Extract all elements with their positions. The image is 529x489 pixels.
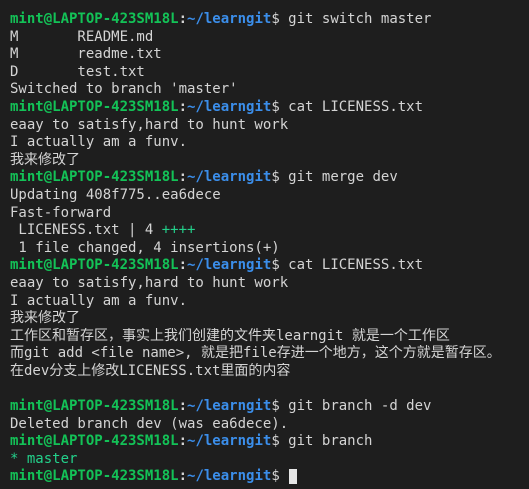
prompt-path: ~/learngit: [187, 468, 272, 485]
prompt-user: mint@LAPTOP-423SM18L: [10, 98, 179, 115]
prompt-line: mint@LAPTOP-423SM18L:~/learngit$ cat LIC…: [10, 257, 529, 275]
prompt-symbol: $: [271, 169, 280, 186]
prompt-separator: :: [178, 433, 188, 450]
diffstat-plus: ++++: [161, 222, 196, 239]
prompt-line: mint@LAPTOP-423SM18L:~/learngit$ git mer…: [10, 169, 529, 187]
output-line: 我来修改了: [10, 151, 80, 168]
output-line: 我来修改了: [10, 310, 80, 327]
output-line: D test.txt: [10, 63, 145, 80]
output-line: 工作区和暂存区，事实上我们创建的文件夹learngit 就是一个工作区: [10, 327, 450, 344]
prompt-user: mint@LAPTOP-423SM18L: [10, 433, 179, 450]
command-text: git branch -d dev: [279, 398, 432, 415]
prompt-separator: :: [178, 257, 188, 274]
terminal-cursor[interactable]: [289, 468, 298, 484]
prompt-line: mint@LAPTOP-423SM18L:~/learngit$ cat LIC…: [10, 99, 529, 117]
diffstat-line: LICENESS.txt | 4 ++++: [10, 222, 529, 240]
prompt-separator: :: [178, 398, 188, 415]
branch-current: * master: [10, 450, 78, 467]
prompt-user: mint@LAPTOP-423SM18L: [10, 398, 179, 415]
output-line: Deleted branch dev (was ea6dece).: [10, 415, 289, 432]
output-line: eaay to satisfy,hard to hunt work: [10, 116, 289, 133]
prompt-separator: :: [178, 11, 188, 27]
prompt-separator: :: [178, 98, 188, 115]
prompt-separator: :: [178, 468, 188, 485]
prompt-user: mint@LAPTOP-423SM18L: [10, 468, 179, 485]
prompt-separator: :: [178, 169, 188, 186]
prompt-symbol: $: [271, 257, 280, 274]
prompt-path: ~/learngit: [187, 11, 272, 27]
prompt-line: mint@LAPTOP-423SM18L:~/learngit$ git bra…: [10, 433, 529, 451]
diffstat-text: LICENESS.txt | 4: [10, 222, 162, 239]
command-text: git branch: [279, 433, 373, 450]
prompt-symbol: $: [271, 11, 280, 27]
prompt-line: mint@LAPTOP-423SM18L:~/learngit$ git bra…: [10, 398, 529, 416]
prompt-path: ~/learngit: [187, 98, 272, 115]
prompt-line: mint@LAPTOP-423SM18L:~/learngit$ git swi…: [10, 11, 529, 29]
prompt-user: mint@LAPTOP-423SM18L: [10, 11, 179, 27]
command-text: cat LICENESS.txt: [279, 98, 424, 115]
prompt-path: ~/learngit: [187, 257, 272, 274]
output-line: Fast-forward: [10, 204, 112, 221]
prompt-path: ~/learngit: [187, 398, 272, 415]
output-line: 而git add <file name>, 就是把file存进一个地方，这个方就…: [10, 345, 501, 362]
prompt-line: mint@LAPTOP-423SM18L:~/learngit$: [10, 468, 529, 486]
prompt-path: ~/learngit: [187, 169, 272, 186]
prompt-path: ~/learngit: [187, 433, 272, 450]
output-line: I actually am a funv.: [10, 292, 188, 309]
prompt-user: mint@LAPTOP-423SM18L: [10, 169, 179, 186]
command-text: git switch master: [279, 11, 432, 27]
output-line: I actually am a funv.: [10, 134, 188, 151]
command-text: git merge dev: [279, 169, 398, 186]
output-line: eaay to satisfy,hard to hunt work: [10, 274, 289, 291]
output-line: 1 file changed, 4 insertions(+): [10, 239, 280, 256]
terminal-window[interactable]: mint@LAPTOP-423SM18L:~/learngit$ git swi…: [0, 0, 529, 489]
output-line: M readme.txt: [10, 46, 162, 63]
command-text: [280, 468, 288, 484]
prompt-symbol: $: [271, 433, 280, 450]
output-line: M README.md: [10, 28, 154, 45]
output-line: 在dev分支上修改LICENESS.txt里面的内容: [10, 362, 291, 379]
output-line: Switched to branch 'master': [10, 81, 238, 98]
prompt-symbol: $: [271, 98, 280, 115]
command-text: cat LICENESS.txt: [279, 257, 424, 274]
output-line: Updating 408f775..ea6dece: [10, 186, 221, 203]
prompt-user: mint@LAPTOP-423SM18L: [10, 257, 179, 274]
prompt-symbol: $: [271, 398, 280, 415]
prompt-symbol: $: [271, 468, 280, 485]
